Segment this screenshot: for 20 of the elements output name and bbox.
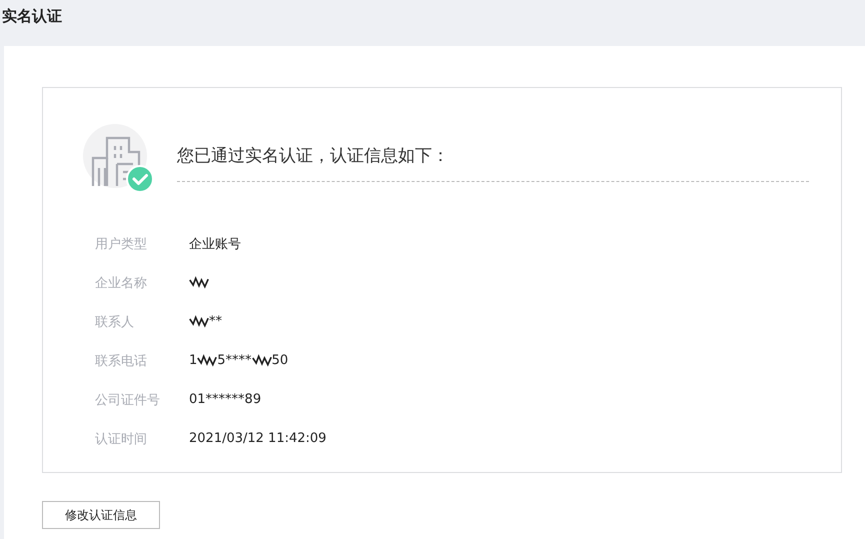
- field-label: 公司证件号: [95, 392, 161, 408]
- field-label: 企业名称: [95, 274, 148, 292]
- field-value: 2021/03/12 11:42:09: [189, 431, 326, 446]
- page-title: 实名认证: [2, 7, 62, 25]
- field-label: 联系人: [95, 314, 135, 330]
- redaction-scribble: [252, 354, 272, 367]
- field-value: 5****: [217, 353, 252, 368]
- redaction-scribble: [189, 276, 209, 289]
- redaction-scribble: [189, 315, 209, 328]
- verification-heading: 您已通过实名认证，认证信息如下：: [177, 146, 449, 166]
- field-value: 1: [189, 353, 198, 368]
- field-value: 50: [272, 353, 288, 368]
- field-value: 01******89: [189, 392, 262, 407]
- field-value: 企业账号: [189, 236, 241, 252]
- edit-info-button[interactable]: 修改认证信息: [42, 501, 160, 529]
- redaction-scribble: [197, 354, 218, 367]
- field-label: 认证时间: [95, 430, 148, 448]
- field-label: 用户类型: [95, 236, 148, 252]
- field-value: **: [209, 314, 222, 329]
- field-label: 联系电话: [95, 352, 148, 370]
